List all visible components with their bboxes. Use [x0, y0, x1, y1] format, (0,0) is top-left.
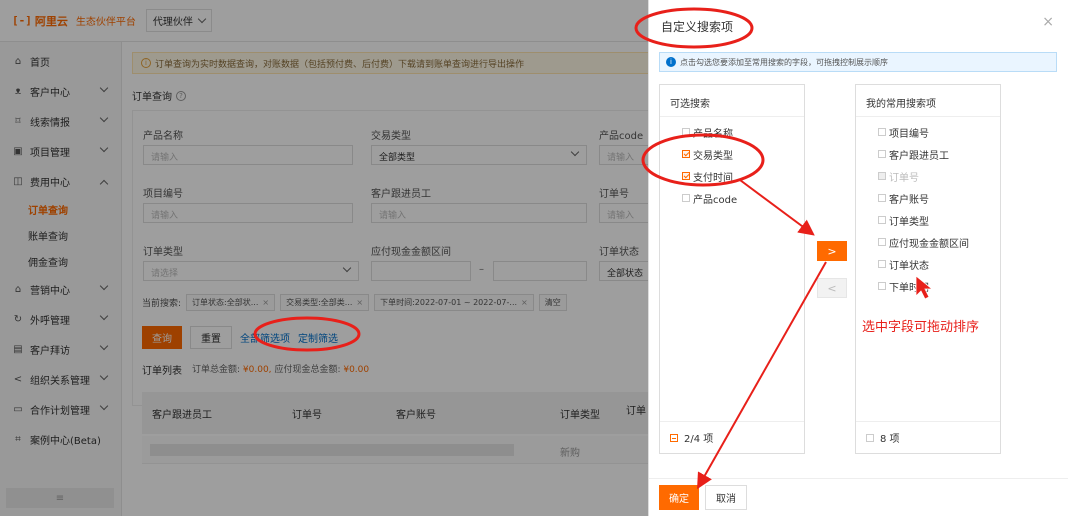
- panel-footer: 8 项: [856, 421, 1000, 453]
- option-label: 订单状态: [889, 260, 929, 272]
- option-label: 订单号: [889, 172, 919, 184]
- option-product-code[interactable]: 产品code: [660, 187, 804, 209]
- drawer-info-bar: i 点击勾选您要添加至常用搜索的字段，可拖拽控制展示顺序: [659, 52, 1057, 72]
- checkbox[interactable]: [878, 238, 886, 246]
- panel-footer: 2/4 项: [660, 421, 804, 453]
- option-product-name[interactable]: 产品名称: [660, 121, 804, 143]
- drawer-title: 自定义搜索项: [661, 20, 734, 34]
- my-search-list: 项目编号 客户跟进员工 订单号 客户账号 订单类型 应付现金金额区间 订单状态 …: [856, 117, 1000, 297]
- option-customer-account[interactable]: 客户账号: [856, 187, 1000, 209]
- option-trade-type[interactable]: 交易类型: [660, 143, 804, 165]
- checkbox[interactable]: [682, 128, 690, 136]
- option-label: 客户账号: [889, 194, 929, 206]
- close-icon[interactable]: ×: [1042, 14, 1054, 30]
- checkbox-checked[interactable]: [682, 150, 690, 158]
- option-amount-range[interactable]: 应付现金金额区间: [856, 231, 1000, 253]
- panel-count: 2/4 项: [684, 434, 714, 445]
- option-label: 下单时间: [889, 282, 929, 294]
- option-label: 项目编号: [889, 128, 929, 140]
- checkbox[interactable]: [878, 260, 886, 268]
- drawer-info-text: 点击勾选您要添加至常用搜索的字段，可拖拽控制展示顺序: [680, 57, 888, 67]
- checkbox[interactable]: [878, 128, 886, 136]
- checkbox[interactable]: [682, 194, 690, 202]
- optional-search-panel: 可选搜索 产品名称 交易类型 支付时间 产品code 2/4 项: [659, 84, 805, 454]
- option-order-type[interactable]: 订单类型: [856, 209, 1000, 231]
- move-right-button[interactable]: >: [817, 241, 847, 261]
- move-left-button[interactable]: <: [817, 278, 847, 298]
- panel-count: 8 项: [880, 434, 900, 445]
- option-label: 订单类型: [889, 216, 929, 228]
- info-icon: i: [666, 57, 676, 67]
- option-order-no: 订单号: [856, 165, 1000, 187]
- modal-mask[interactable]: [0, 0, 648, 516]
- option-project-no[interactable]: 项目编号: [856, 121, 1000, 143]
- select-all-checkbox[interactable]: [866, 433, 874, 442]
- option-label: 产品名称: [693, 128, 733, 140]
- option-order-time[interactable]: 下单时间: [856, 275, 1000, 297]
- annotation-text: 选中字段可拖动排序: [862, 320, 980, 335]
- option-label: 产品code: [693, 194, 738, 206]
- option-pay-time[interactable]: 支付时间: [660, 165, 804, 187]
- panel-title: 我的常用搜索项: [856, 85, 1000, 117]
- cancel-button[interactable]: 取消: [705, 485, 747, 510]
- checkbox[interactable]: [878, 282, 886, 290]
- custom-search-drawer: 自定义搜索项 × i 点击勾选您要添加至常用搜索的字段，可拖拽控制展示顺序 可选…: [648, 0, 1068, 516]
- checkbox[interactable]: [878, 150, 886, 158]
- optional-search-list: 产品名称 交易类型 支付时间 产品code: [660, 117, 804, 209]
- option-label: 支付时间: [693, 172, 733, 184]
- checkbox-checked[interactable]: [682, 172, 690, 180]
- checkbox[interactable]: [878, 216, 886, 224]
- option-order-status[interactable]: 订单状态: [856, 253, 1000, 275]
- option-label: 客户跟进员工: [889, 150, 949, 162]
- confirm-button[interactable]: 确定: [659, 485, 699, 510]
- select-all-checkbox[interactable]: [670, 433, 678, 442]
- my-search-panel: 我的常用搜索项 项目编号 客户跟进员工 订单号 客户账号 订单类型 应付现金金额…: [855, 84, 1001, 454]
- option-label: 应付现金金额区间: [889, 238, 969, 250]
- checkbox[interactable]: [878, 194, 886, 202]
- option-label: 交易类型: [693, 150, 733, 162]
- drawer-footer: 确定 取消: [649, 478, 1068, 516]
- option-follow-staff[interactable]: 客户跟进员工: [856, 143, 1000, 165]
- panel-title: 可选搜索: [660, 85, 804, 117]
- checkbox-disabled: [878, 172, 886, 180]
